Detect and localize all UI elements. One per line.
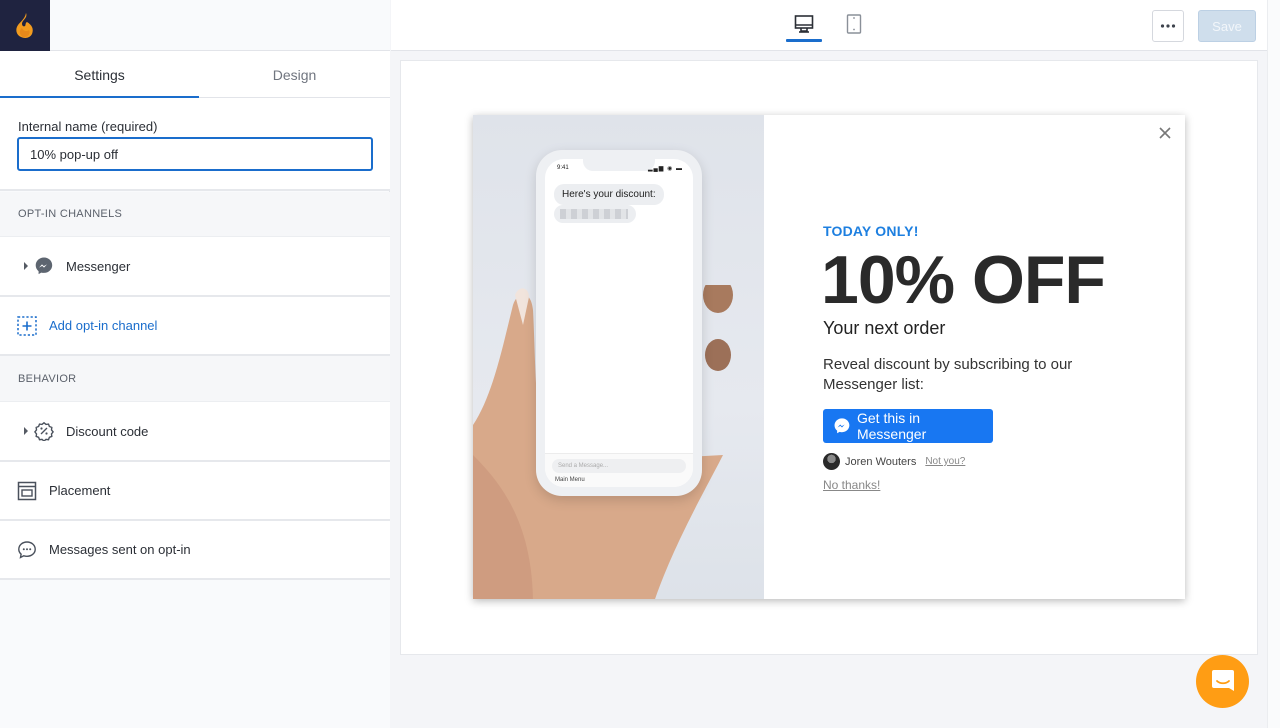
add-box-icon	[17, 315, 37, 336]
tab-settings[interactable]: Settings	[0, 51, 199, 99]
user-name: Joren Wouters	[845, 455, 917, 468]
mobile-icon	[846, 14, 862, 34]
behavior-item-placement[interactable]: Placement	[0, 462, 390, 521]
editor-toolbar: Save	[391, 0, 1267, 51]
popup-subheadline: Your next order	[823, 318, 946, 338]
popup-preview: 9:41 ▂▄▆ ◉ ▬ Here's your discount: Send …	[473, 115, 1185, 599]
tab-design[interactable]: Design	[199, 51, 390, 98]
popup-description: Reveal discount by subscribing to our Me…	[823, 356, 1073, 393]
settings-panel: Settings Design Internal name (required)…	[0, 0, 390, 728]
popup-content: TODAY ONLY! 10% OFF Your next order Reve…	[764, 115, 1185, 599]
internal-name-label: Internal name (required)	[18, 119, 158, 134]
expand-caret-icon[interactable]	[24, 262, 28, 270]
avatar	[823, 453, 840, 470]
mobile-preview-button[interactable]	[836, 8, 872, 40]
chat-bubble-icon	[17, 540, 37, 560]
panel-empty-area	[0, 580, 390, 728]
behavior-item-label: Discount code	[66, 423, 149, 439]
opt-in-item-messenger[interactable]: Messenger	[0, 237, 390, 297]
internal-name-input[interactable]	[17, 137, 373, 171]
phone-compose-bar: Send a Message... Main Menu	[545, 453, 693, 487]
phone-notch	[583, 159, 655, 171]
add-opt-in-channel-label: Add opt-in channel	[49, 318, 158, 333]
close-icon[interactable]	[1157, 125, 1173, 141]
popup-image: 9:41 ▂▄▆ ◉ ▬ Here's your discount: Send …	[473, 115, 764, 599]
chat-launcher-button[interactable]	[1196, 655, 1249, 708]
pixelated-code	[560, 209, 628, 219]
expand-caret-icon[interactable]	[24, 427, 28, 435]
cta-label: Get this in Messenger	[856, 410, 927, 442]
phone-compose-input: Send a Message...	[552, 459, 686, 473]
panel-tabs: Settings Design	[0, 51, 390, 99]
panel-header	[50, 0, 390, 51]
behavior-heading: BEHAVIOR	[0, 356, 390, 402]
opt-in-item-label: Messenger	[66, 258, 131, 274]
save-button[interactable]: Save	[1198, 10, 1256, 42]
phone-message-bubble: Here's your discount:	[554, 184, 664, 205]
no-thanks-link[interactable]: No thanks!	[823, 478, 880, 492]
behavior-item-label: Placement	[49, 483, 111, 498]
more-dots-icon	[1160, 24, 1176, 28]
messenger-icon	[834, 418, 850, 434]
phone-mockup: 9:41 ▂▄▆ ◉ ▬ Here's your discount: Send …	[536, 150, 702, 496]
page-scrollbar[interactable]	[1267, 0, 1280, 728]
opt-in-channels-heading: OPT-IN CHANNELS	[0, 192, 390, 237]
phone-status-icons: ▂▄▆ ◉ ▬	[647, 166, 683, 172]
not-you-link[interactable]: Not you?	[925, 456, 965, 467]
phone-menu-label: Main Menu	[555, 477, 585, 483]
popup-headline: 10% OFF	[821, 242, 1106, 318]
chat-smile-icon	[1211, 669, 1234, 691]
internal-name-section: Internal name (required)	[0, 98, 390, 191]
messenger-icon	[34, 256, 54, 276]
get-in-messenger-button[interactable]: Get this in Messenger	[823, 409, 993, 443]
behavior-item-discount-code[interactable]: Discount code	[0, 402, 390, 462]
placement-icon	[17, 481, 37, 501]
phone-time: 9:41	[557, 165, 569, 171]
phone-blurred-code	[554, 205, 636, 223]
discount-badge-icon	[34, 421, 54, 441]
app-logo[interactable]	[0, 0, 50, 51]
popup-eyebrow: TODAY ONLY!	[823, 223, 919, 239]
add-opt-in-channel-button[interactable]: Add opt-in channel	[0, 297, 390, 356]
more-options-button[interactable]	[1152, 10, 1184, 42]
behavior-item-messages-sent[interactable]: Messages sent on opt-in	[0, 521, 390, 580]
flame-icon	[16, 12, 33, 38]
phone-screen: 9:41 ▂▄▆ ◉ ▬ Here's your discount: Send …	[545, 159, 693, 487]
desktop-icon	[794, 15, 814, 33]
behavior-item-label: Messages sent on opt-in	[49, 542, 191, 557]
user-identity: Joren Wouters Not you?	[823, 453, 965, 470]
desktop-preview-button[interactable]	[786, 8, 822, 42]
